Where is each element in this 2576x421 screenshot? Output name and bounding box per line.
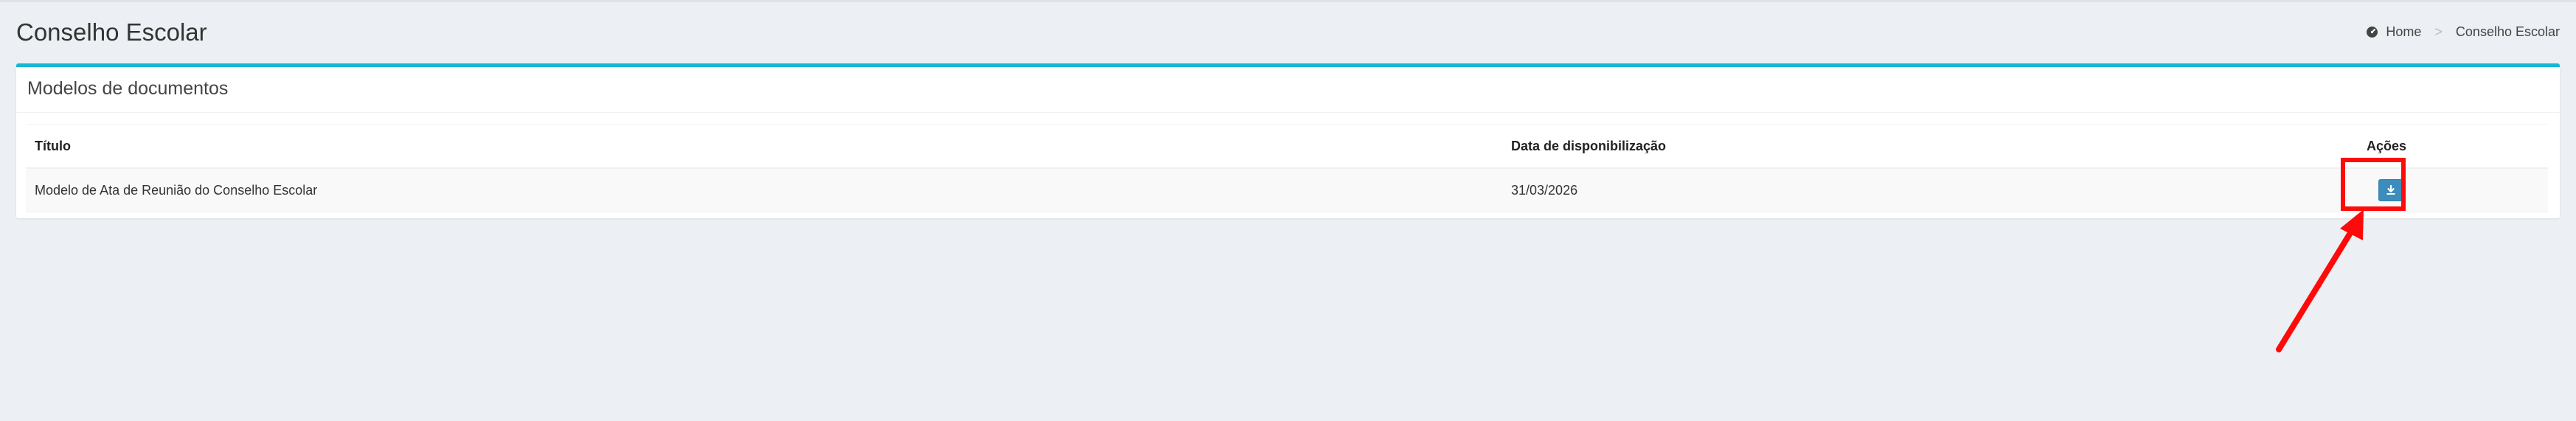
card-header: Modelos de documentos	[16, 67, 2560, 113]
documents-table: Título Data de disponibilização Ações Mo…	[26, 124, 2548, 212]
table-header-row: Título Data de disponibilização Ações	[26, 124, 2548, 169]
page-title: Conselho Escolar	[16, 18, 207, 46]
column-header-date: Data de disponibilização	[1502, 124, 2359, 169]
annotation-arrow	[2276, 209, 2364, 352]
breadcrumb: Home > Conselho Escolar	[2366, 24, 2560, 40]
documents-table-wrapper: Título Data de disponibilização Ações Mo…	[26, 124, 2548, 212]
annotation-highlight-box	[2341, 158, 2406, 211]
breadcrumb-home-link[interactable]: Home	[2386, 24, 2421, 40]
breadcrumb-current: Conselho Escolar	[2455, 24, 2560, 39]
top-border	[0, 0, 2576, 2]
table-row: Modelo de Ata de Reunião do Conselho Esc…	[26, 168, 2548, 212]
breadcrumb-separator: >	[2434, 24, 2443, 39]
document-date-cell: 31/03/2026	[1502, 168, 2359, 212]
document-title-cell: Modelo de Ata de Reunião do Conselho Esc…	[26, 168, 1502, 212]
documents-card: Modelos de documentos Título Data de dis…	[16, 63, 2560, 218]
dashboard-icon	[2366, 26, 2378, 38]
column-header-title: Título	[26, 124, 1502, 169]
card-title: Modelos de documentos	[27, 78, 229, 99]
